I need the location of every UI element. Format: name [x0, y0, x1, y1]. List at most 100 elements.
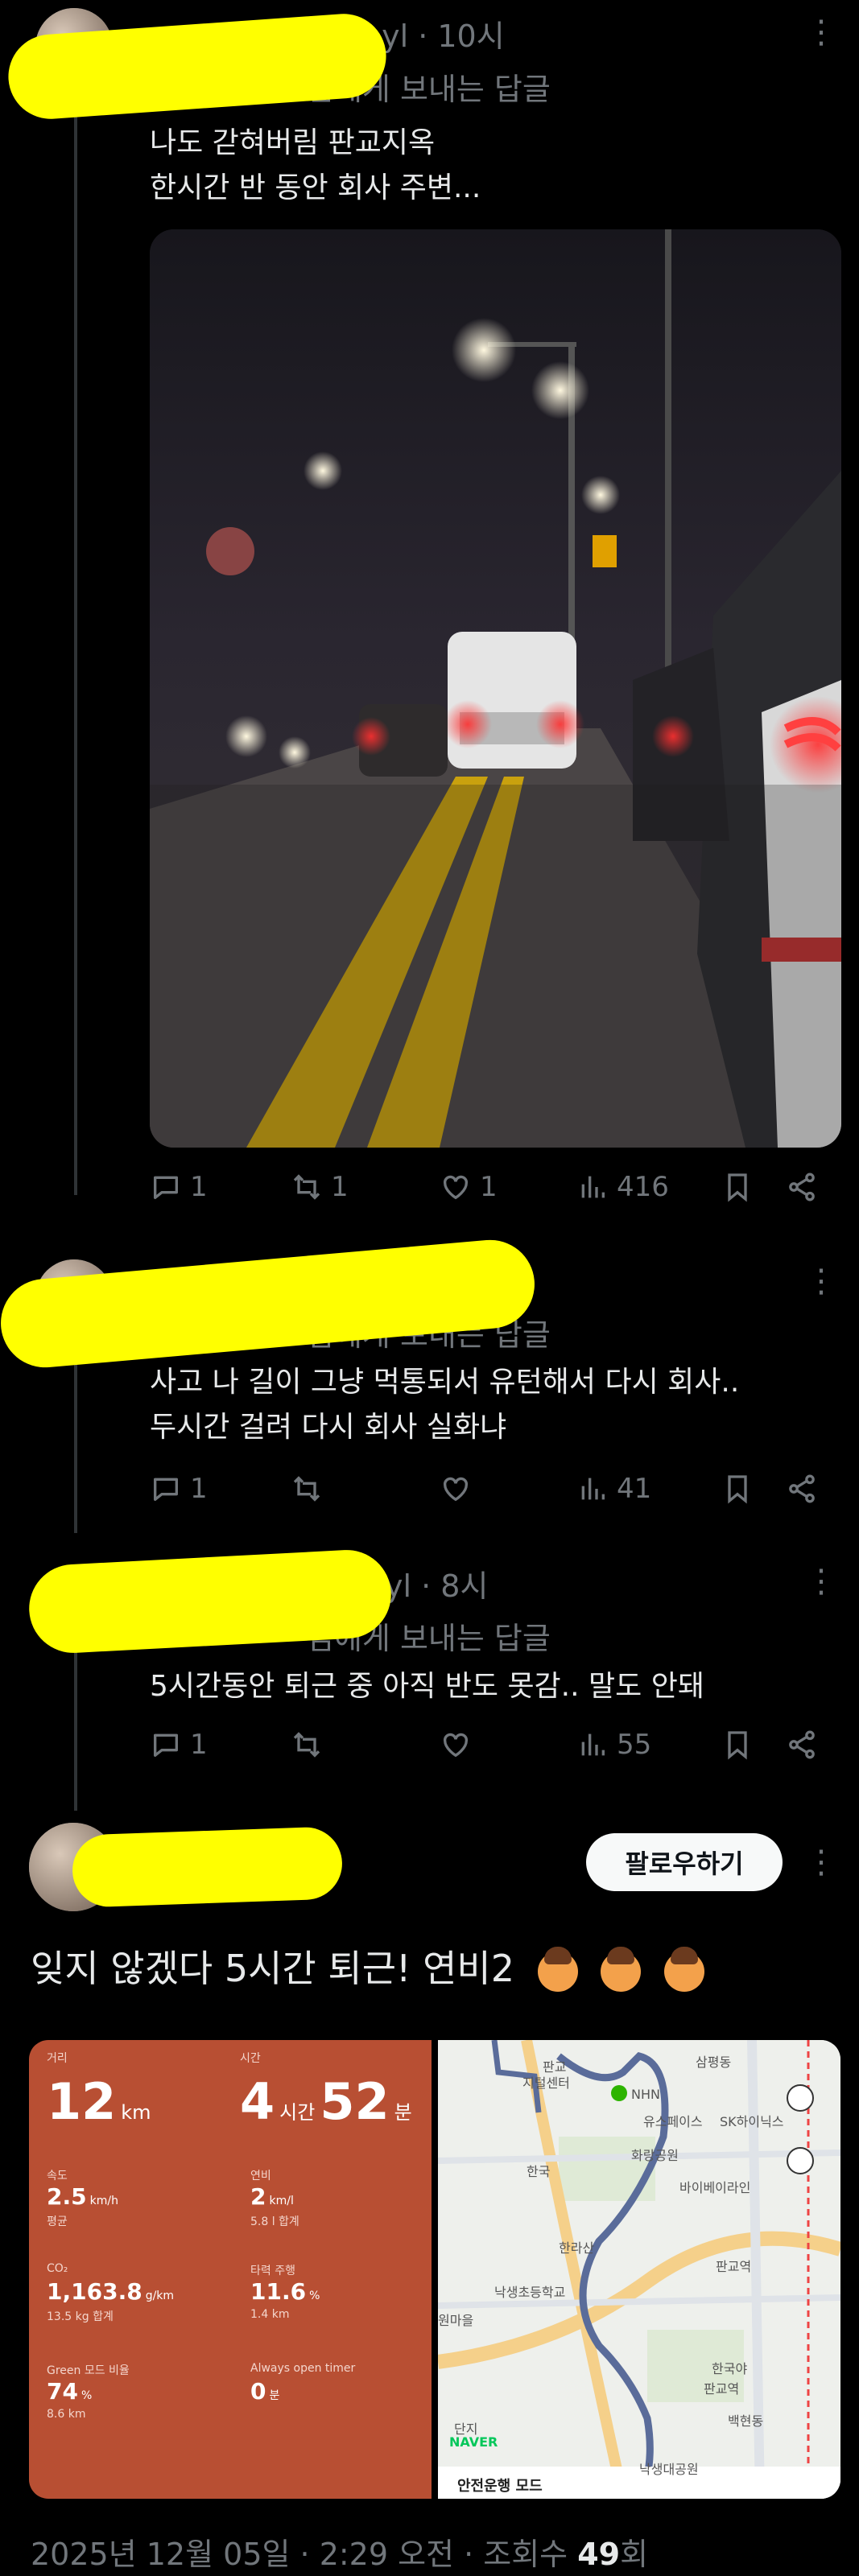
face-palm-emoji — [663, 1946, 704, 1992]
share-button[interactable] — [786, 1171, 818, 1203]
views-button[interactable]: 55 — [576, 1729, 651, 1761]
comment-icon — [154, 1478, 178, 1501]
time-hours: 4 — [240, 2072, 275, 2131]
reply-actions: 1 55 — [150, 1729, 842, 1777]
share-icon — [789, 1730, 815, 1759]
heart-icon — [443, 1733, 469, 1758]
drive-stats-panel[interactable]: 거리 12 km 시간 4 시간52 분 속도 2.5 km/h 평균 연비 2 km/l… — [29, 2040, 432, 2499]
timer-number: 0 — [250, 2378, 266, 2405]
bookmark-button[interactable] — [721, 1171, 754, 1203]
traffic-photo[interactable] — [150, 229, 841, 1148]
coast-number: 11.6 — [250, 2278, 307, 2305]
coast-unit: % — [309, 2290, 320, 2302]
share-button[interactable] — [786, 1729, 818, 1761]
post-view-suffix: 회 — [620, 2537, 649, 2572]
timer-unit: 분 — [269, 2389, 280, 2402]
like-count: 1 — [480, 1171, 498, 1203]
fuel-sub: 5.8 l 합계 — [250, 2215, 299, 2228]
share-button[interactable] — [786, 1473, 818, 1505]
repost-icon — [293, 1174, 320, 1200]
post-text-content: 잊지 않겠다 5시간 퇴근! 연비2 — [31, 1947, 514, 1990]
fuel-unit: km/l — [269, 2195, 294, 2207]
post-text: 잊지 않겠다 5시간 퇴근! 연비2 — [31, 1939, 704, 1993]
co2-number: 1,163.8 — [47, 2278, 142, 2305]
co2-sub: 13.5 kg 합계 — [47, 2310, 114, 2323]
bookmark-button[interactable] — [721, 1473, 754, 1505]
reply-count: 1 — [190, 1473, 208, 1505]
thread-line — [74, 1340, 77, 1533]
map-label: 지털센터 — [522, 2075, 570, 2091]
reply-button[interactable]: 1 — [150, 1473, 208, 1505]
fuel-value: 2 km/l — [250, 2183, 294, 2210]
coast-sub: 1.4 km — [250, 2308, 290, 2321]
map-label: 한국야 — [712, 2361, 748, 2376]
map-label: 삼평동 — [696, 2055, 732, 2070]
green-unit: % — [81, 2389, 93, 2402]
heart-icon — [443, 1477, 469, 1502]
reply-text: 5시간동안 퇴근 중 아직 반도 못감.. 말도 안돼 — [150, 1670, 704, 1703]
time-hours-unit: 시간 — [279, 2101, 316, 2124]
timer-label: Always open timer — [250, 2362, 356, 2375]
map-label: 한국 — [527, 2164, 551, 2179]
reply-text: 나도 갇혀버림 판교지옥 한시간 반 동안 회사 주변... — [150, 126, 481, 204]
comment-icon — [154, 1176, 178, 1199]
views-button[interactable]: 416 — [576, 1171, 669, 1203]
map-label: 판교역 — [704, 2381, 740, 2397]
post-view-count: 49 — [577, 2537, 621, 2572]
bookmark-button[interactable] — [721, 1729, 754, 1761]
map-label: 낙생대공원 — [639, 2462, 699, 2477]
timer-value: 0분 — [250, 2378, 279, 2405]
map-mode-label: 안전운행 모드 — [457, 2478, 543, 2495]
map-label: 원마을 — [438, 2313, 474, 2328]
map-label: 판교역 — [716, 2259, 752, 2274]
like-button[interactable]: 1 — [440, 1171, 498, 1203]
map-label: 유스페이스 — [643, 2114, 703, 2129]
views-count: 416 — [617, 1171, 669, 1203]
redaction-scribble — [27, 1548, 394, 1655]
reply-text: 사고 나 길이 그냥 먹통되서 유턴해서 다시 회사.. 두시간 걸려 다시 회… — [150, 1366, 740, 1444]
reply-button[interactable]: 1 — [150, 1171, 208, 1203]
co2-label: CO₂ — [47, 2262, 68, 2275]
share-icon — [789, 1474, 815, 1503]
follow-button[interactable]: 팔로우하기 — [586, 1833, 783, 1891]
repost-button[interactable] — [291, 1473, 323, 1505]
attached-media[interactable]: 거리 12 km 시간 4 시간52 분 속도 2.5 km/h 평균 연비 2 km/l… — [29, 2040, 840, 2499]
repost-count: 1 — [331, 1171, 349, 1203]
distance-number: 12 — [47, 2072, 117, 2131]
co2-unit: g/km — [145, 2290, 175, 2302]
fuel-label: 연비 — [250, 2170, 271, 2182]
map-brand: NAVER — [449, 2434, 498, 2450]
map-label: SK하이닉스 — [720, 2114, 784, 2129]
more-options-icon[interactable]: ⋮ — [805, 16, 837, 48]
thread-line — [74, 89, 77, 1195]
repost-button[interactable] — [291, 1729, 323, 1761]
face-palm-emoji — [601, 1946, 642, 1992]
more-options-icon[interactable]: ⋮ — [805, 1565, 837, 1597]
distance-unit: km — [121, 2101, 151, 2124]
route-map[interactable]: 판교 삼평동 지털센터 NHN 유스페이스 SK하이닉스 한국 화랑공원 바이베… — [438, 2040, 840, 2499]
like-button[interactable] — [440, 1473, 472, 1505]
repost-button[interactable]: 1 — [291, 1171, 349, 1203]
repost-icon — [293, 1476, 320, 1502]
green-value: 74% — [47, 2378, 92, 2405]
map-label: NHN — [631, 2087, 660, 2102]
thread-line — [74, 1642, 77, 1811]
time-value: 4 시간52 분 — [240, 2072, 417, 2131]
reply-actions: 1 41 — [150, 1473, 842, 1521]
reply-time: yl · 8시 — [385, 1568, 489, 1604]
views-count: 55 — [617, 1729, 652, 1761]
reply-button[interactable]: 1 — [150, 1729, 208, 1761]
views-count: 41 — [617, 1473, 652, 1505]
speed-label: 속도 — [47, 2170, 68, 2182]
time-label: 시간 — [240, 2052, 261, 2065]
distance-value: 12 km — [47, 2072, 156, 2131]
green-sub: 8.6 km — [47, 2408, 86, 2421]
fuel-number: 2 — [250, 2183, 266, 2210]
more-options-icon[interactable]: ⋮ — [805, 1846, 837, 1878]
coast-value: 11.6% — [250, 2278, 320, 2305]
heart-icon — [443, 1175, 469, 1200]
map-label: 바이베이라인 — [679, 2180, 751, 2195]
like-button[interactable] — [440, 1729, 472, 1761]
views-button[interactable]: 41 — [576, 1473, 651, 1505]
more-options-icon[interactable]: ⋮ — [805, 1265, 837, 1297]
